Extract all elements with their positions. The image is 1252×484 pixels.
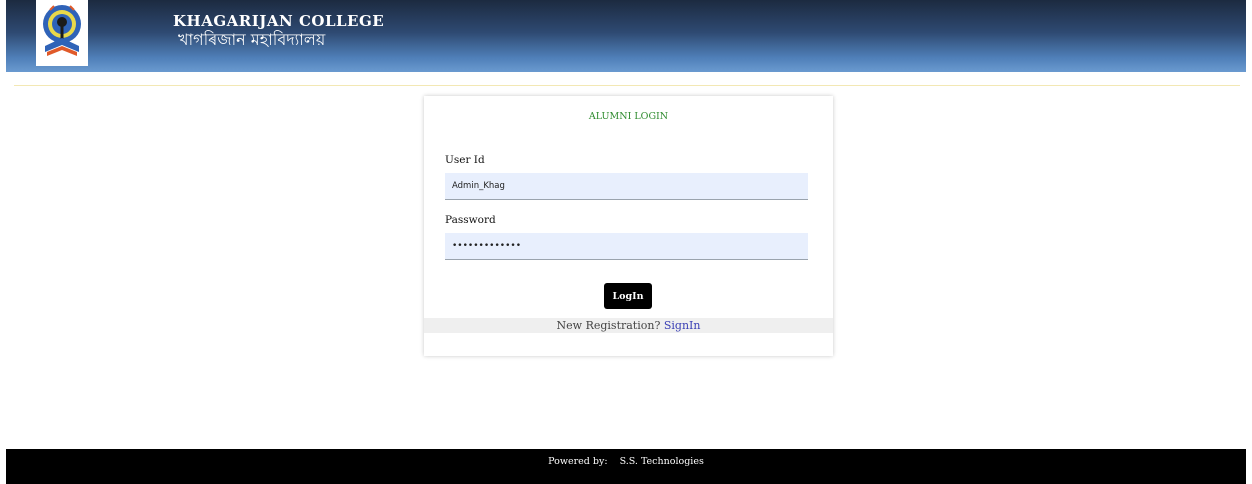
college-name: KHAGARIJAN COLLEGE (173, 12, 385, 30)
footer: Powered by: S.S. Technologies (6, 449, 1246, 484)
login-button[interactable]: LogIn (604, 283, 652, 309)
password-label: Password (445, 214, 496, 226)
registration-bar: New Registration? SignIn (424, 318, 833, 333)
powered-by-label: Powered by: (548, 456, 608, 467)
login-title: ALUMNI LOGIN (588, 111, 669, 122)
signin-link[interactable]: SignIn (664, 319, 701, 332)
registration-prompt: New Registration? (556, 319, 661, 332)
login-card: ALUMNI LOGIN User Id Password LogIn New … (424, 96, 833, 356)
footer-company: S.S. Technologies (619, 456, 704, 467)
header-banner: KHAGARIJAN COLLEGE খাগৰিজান মহাবিদ্যালয় (6, 0, 1246, 72)
college-logo[interactable] (36, 0, 88, 66)
password-input[interactable] (445, 233, 808, 260)
college-name-bengali: খাগৰিজান মহাবিদ্যালয় (178, 30, 326, 49)
user-id-input[interactable] (445, 173, 808, 200)
college-emblem-icon (43, 5, 81, 56)
user-id-label: User Id (445, 154, 485, 166)
header-divider (14, 85, 1240, 86)
